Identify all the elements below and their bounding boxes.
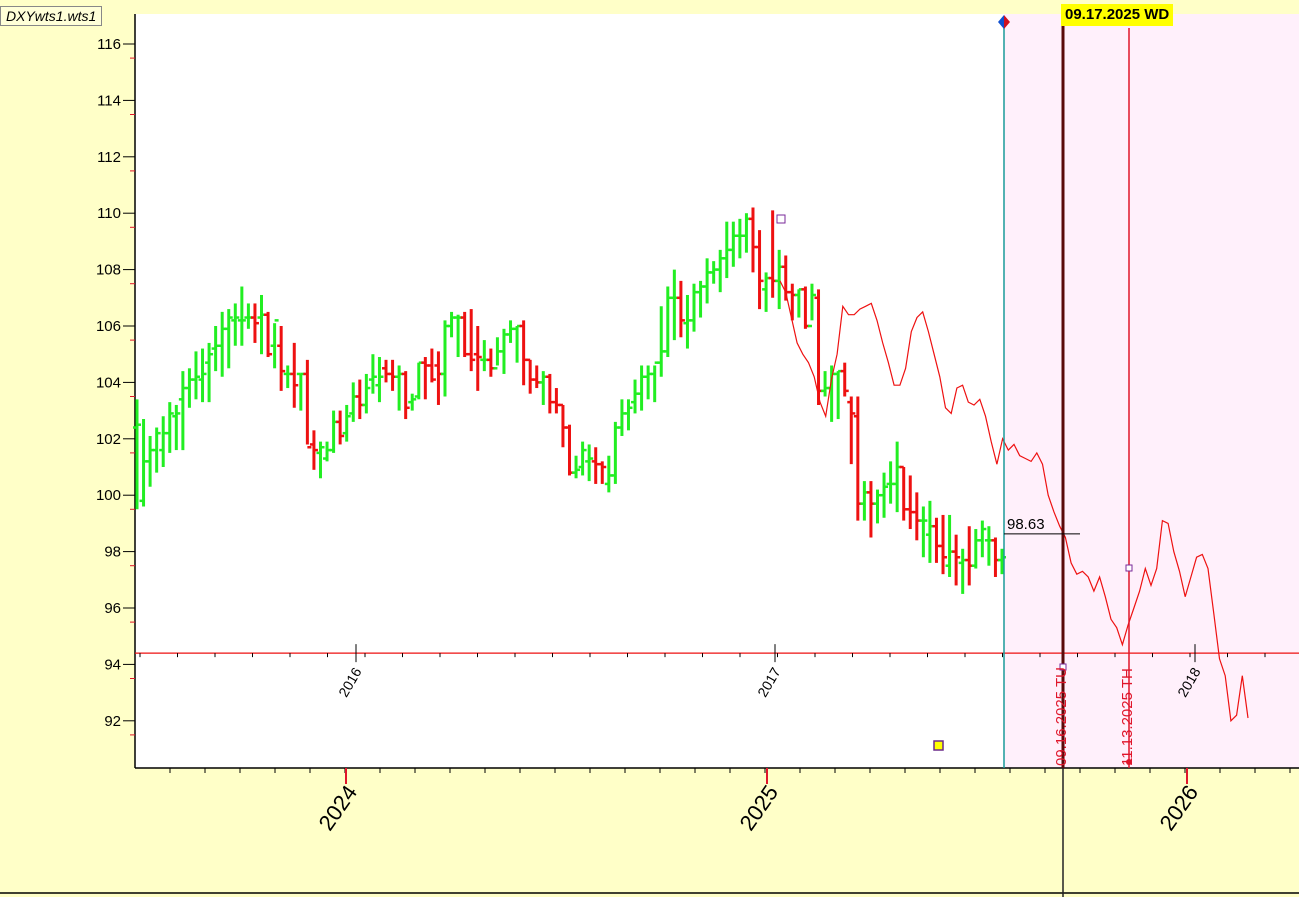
outer-year-label: 2024 <box>314 781 363 835</box>
y-tick-label: 100 <box>96 487 121 504</box>
peak-square-marker <box>776 214 786 224</box>
future-region <box>1004 14 1299 768</box>
y-tick-label: 104 <box>96 374 121 391</box>
vertical-date-label: 09.16.2025 TU <box>1053 667 1070 766</box>
y-tick-label: 102 <box>96 431 121 448</box>
y-tick-label: 92 <box>104 713 121 730</box>
selected-date-label[interactable]: 09.17.2025 WD <box>1061 4 1174 26</box>
projection-square-marker <box>1125 564 1133 572</box>
signal-square-marker <box>933 740 944 751</box>
outer-date-axis: 2024 2025 2026 <box>169 768 1291 835</box>
price-label: 98.63 <box>1007 516 1045 533</box>
y-axis: 116 114 112 110 108 106 104 102 100 98 96 94 92 <box>96 36 135 736</box>
y-tick-label: 116 <box>97 36 121 53</box>
vertical-date-label: 11.13.2025 TH <box>1119 668 1136 766</box>
y-tick-label: 96 <box>104 600 121 617</box>
y-tick-label: 98 <box>104 544 121 561</box>
y-tick-label: 108 <box>96 262 121 279</box>
y-tick-label: 112 <box>97 149 121 166</box>
price-chart[interactable]: 11611411211010810610410210098969492 2016… <box>0 0 1299 897</box>
y-tick-label: 110 <box>97 205 121 222</box>
chart-background <box>0 14 1299 894</box>
plot-area <box>135 14 1004 768</box>
y-tick-label: 106 <box>96 318 121 335</box>
y-tick-label: 94 <box>104 656 121 673</box>
file-label[interactable]: DXYwts1.wts1 <box>0 6 103 26</box>
outer-year-label: 2025 <box>735 781 784 835</box>
y-tick-label: 114 <box>97 92 121 109</box>
outer-year-label: 2026 <box>1155 781 1204 835</box>
